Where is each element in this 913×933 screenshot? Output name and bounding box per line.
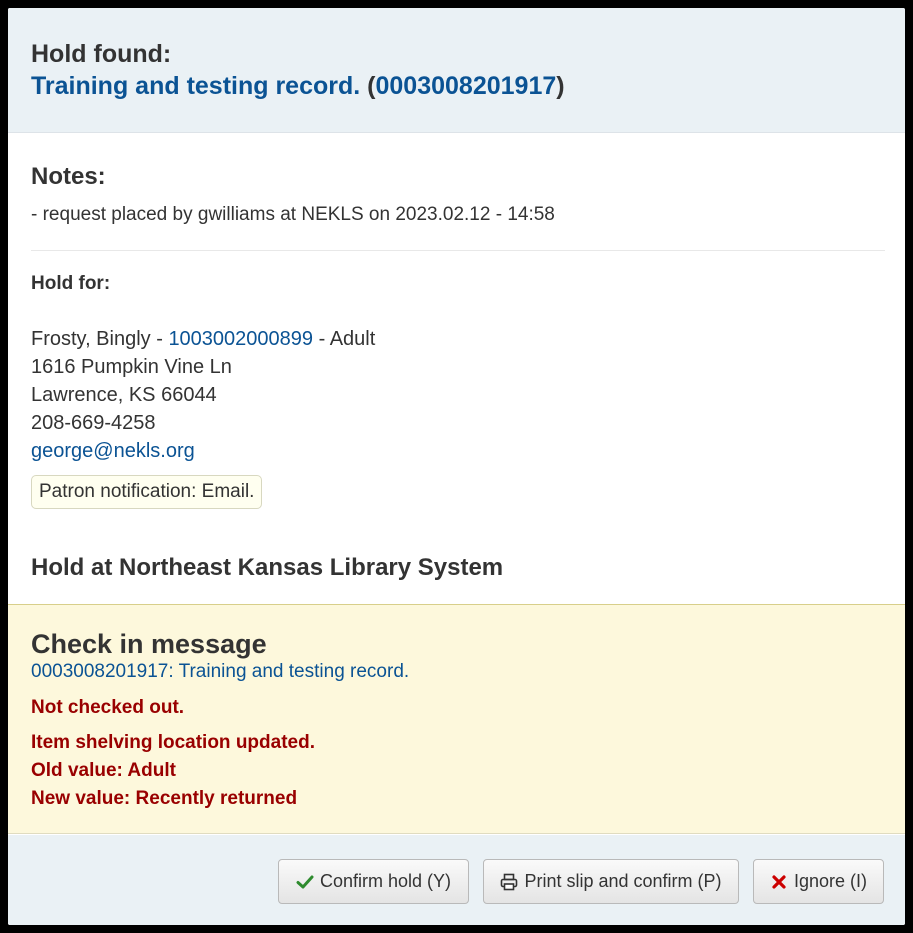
- ignore-label: Ignore (I): [793, 871, 868, 891]
- hold-record-line: Training and testing record. (0003008201…: [31, 71, 882, 101]
- print-slip-label: Print slip and confirm (P): [524, 871, 722, 891]
- checkin-heading: Check in message: [31, 629, 267, 659]
- divider: [31, 250, 885, 251]
- patron-address-block: Frosty, Bingly - 1003002000899 - Adult 1…: [31, 325, 375, 465]
- not-checked-out-message: Not checked out.: [31, 697, 185, 718]
- confirm-hold-label: Confirm hold (Y): [319, 871, 452, 891]
- patron-name-line: Frosty, Bingly - 1003002000899 - Adult: [31, 325, 375, 353]
- hold-found-modal: Hold found: Training and testing record.…: [8, 8, 905, 925]
- patron-card-link[interactable]: 1003002000899: [168, 328, 313, 350]
- paren-close: ): [556, 72, 565, 100]
- address-line-2: Lawrence, KS 66044: [31, 384, 217, 406]
- address-line-1: 1616 Pumpkin Vine Ln: [31, 356, 232, 378]
- patron-phone: 208-669-4258: [31, 412, 156, 434]
- modal-header: Hold found: Training and testing record.…: [8, 8, 905, 133]
- new-value-message: New value: Recently returned: [31, 788, 298, 809]
- location-updated-message: Item shelving location updated.: [31, 732, 315, 753]
- old-value-message: Old value: Adult: [31, 760, 176, 781]
- ignore-button[interactable]: Ignore (I): [753, 859, 884, 904]
- modal-body: Notes: - request placed by gwilliams at …: [8, 133, 905, 603]
- patron-notification-badge: Patron notification: Email.: [31, 475, 263, 509]
- print-slip-confirm-button[interactable]: Print slip and confirm (P): [483, 859, 739, 904]
- notes-heading: Notes:: [31, 163, 106, 190]
- checkin-item-link[interactable]: 0003008201917: Training and testing reco…: [31, 661, 409, 683]
- patron-category: - Adult: [313, 328, 376, 350]
- record-title-link[interactable]: Training and testing record.: [31, 72, 360, 100]
- print-icon: [501, 873, 518, 890]
- notes-text: - request placed by gwilliams at NEKLS o…: [31, 204, 555, 225]
- close-icon: [772, 874, 786, 889]
- check-icon: [296, 875, 314, 888]
- checkin-message-panel: Check in message 0003008201917: Training…: [8, 604, 905, 834]
- paren-open: (: [367, 72, 376, 100]
- patron-email-link[interactable]: george@nekls.org: [31, 440, 195, 462]
- confirm-hold-button[interactable]: Confirm hold (Y): [278, 859, 469, 904]
- hold-at-location: Hold at Northeast Kansas Library System: [31, 554, 504, 581]
- hold-for-heading: Hold for:: [31, 273, 111, 294]
- modal-title: Hold found:: [31, 40, 172, 68]
- patron-name: Frosty, Bingly -: [31, 328, 169, 350]
- modal-footer: Confirm hold (Y) Print slip and confirm …: [8, 835, 905, 925]
- barcode-link[interactable]: 0003008201917: [376, 72, 557, 100]
